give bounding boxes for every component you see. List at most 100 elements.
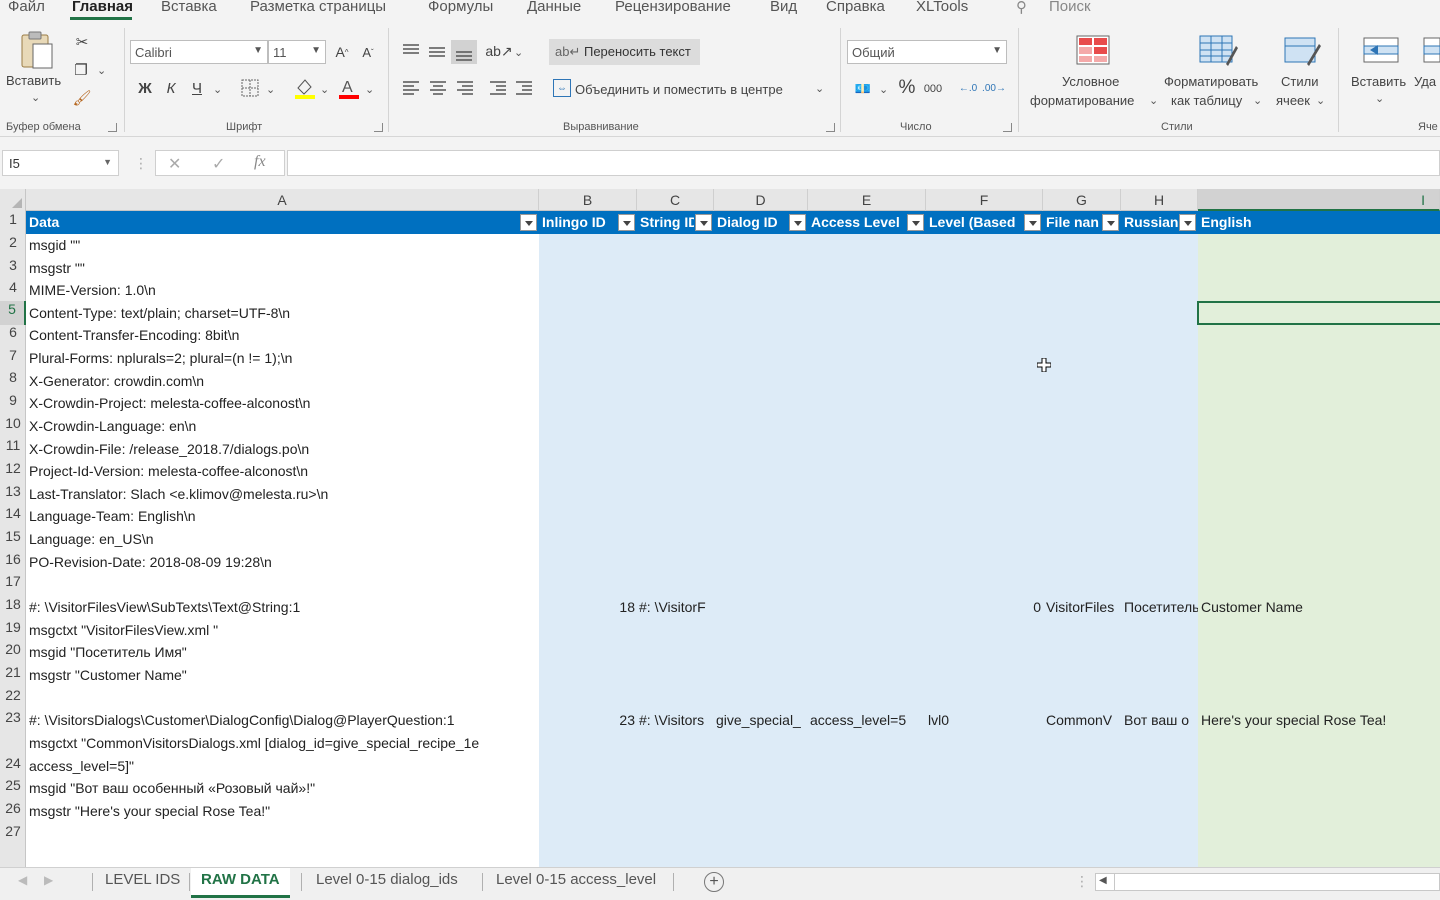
cell-styles-label-2[interactable]: ячеек	[1276, 93, 1310, 108]
row-header[interactable]: 14	[0, 505, 26, 521]
delete-cells-icon[interactable]	[1422, 36, 1440, 64]
cell-a16[interactable]: PO-Revision-Date: 2018-08-09 19:28\n	[29, 551, 537, 573]
cell-d23[interactable]: give_special_	[716, 709, 808, 731]
clipboard-launcher-icon[interactable]	[108, 123, 117, 132]
row-header[interactable]: 23	[0, 709, 26, 725]
row-header[interactable]: 19	[0, 619, 26, 635]
enter-icon[interactable]: ✓	[212, 154, 225, 174]
cell-a14[interactable]: Language-Team: English\n	[29, 505, 537, 527]
cell-a5[interactable]: Content-Type: text/plain; charset=UTF-8\…	[29, 302, 537, 324]
fill-color-icon[interactable]	[294, 76, 316, 100]
row-header[interactable]: 4	[0, 279, 26, 295]
row-header[interactable]: 12	[0, 460, 26, 476]
underline-button[interactable]: Ч	[188, 78, 206, 98]
row-header[interactable]: 15	[0, 528, 26, 544]
formula-input[interactable]	[287, 150, 1440, 176]
row-header[interactable]: 24	[0, 755, 26, 771]
currency-format-icon[interactable]: 💶	[852, 80, 874, 98]
cell-a7[interactable]: Plural-Forms: nplurals=2; plural=(n != 1…	[29, 347, 537, 369]
cell-c23[interactable]: #: \Visitors	[639, 709, 714, 731]
filter-dropdown-icon[interactable]	[1024, 214, 1041, 231]
search-box[interactable]: Поиск	[1049, 0, 1091, 15]
row-header[interactable]: 3	[0, 257, 26, 273]
cell-i23[interactable]: Here's your special Rose Tea!	[1201, 709, 1440, 731]
cell-a23[interactable]: #: \VisitorsDialogs\Customer\DialogConfi…	[29, 709, 537, 731]
font-color-dropdown-icon[interactable]: ⌄	[365, 83, 374, 96]
name-box[interactable]: I5 ▼	[2, 150, 119, 176]
row-header[interactable]: 16	[0, 551, 26, 567]
filter-dropdown-icon[interactable]	[1102, 214, 1119, 231]
paste-dropdown-icon[interactable]: ⌄	[31, 91, 40, 104]
row-header[interactable]: 11	[0, 437, 26, 453]
row-header[interactable]: 17	[0, 573, 26, 589]
row-header[interactable]: 25	[0, 777, 26, 793]
shrink-font-icon[interactable]: Aˇ	[358, 42, 378, 62]
conditional-formatting-label-2[interactable]: форматирование	[1030, 93, 1134, 108]
row-header[interactable]: 8	[0, 369, 26, 385]
filter-dropdown-icon[interactable]	[520, 214, 537, 231]
column-header-c[interactable]: C	[637, 189, 714, 211]
cut-icon[interactable]: ✂	[72, 32, 92, 52]
horizontal-scrollbar[interactable]: ◀	[1095, 873, 1440, 891]
filter-dropdown-icon[interactable]	[789, 214, 806, 231]
column-header-g[interactable]: G	[1043, 189, 1121, 211]
copy-icon[interactable]: ❐	[70, 60, 92, 80]
insert-function-icon[interactable]: fx	[254, 153, 266, 171]
font-launcher-icon[interactable]	[374, 123, 383, 132]
row-header[interactable]: 7	[0, 347, 26, 363]
cell-a15[interactable]: Language: en_US\n	[29, 528, 537, 550]
sheet-tab-raw-data[interactable]: RAW DATA	[191, 868, 290, 898]
row-header[interactable]: 26	[0, 800, 26, 816]
cell-a19[interactable]: msgctxt "VisitorFilesView.xml "	[29, 619, 537, 641]
number-format-combo[interactable]: Общий ▼	[847, 40, 1007, 64]
row-header[interactable]: 27	[0, 823, 26, 839]
cell-a2[interactable]: msgid ""	[29, 234, 537, 256]
paste-label[interactable]: Вставить	[6, 73, 61, 88]
bold-button[interactable]: Ж	[136, 78, 154, 98]
cell-a13[interactable]: Last-Translator: Slach <e.klimov@melesta…	[29, 483, 537, 505]
sheet-tab-level-ids[interactable]: LEVEL IDS	[105, 868, 180, 898]
alignment-launcher-icon[interactable]	[826, 123, 835, 132]
fill-color-dropdown-icon[interactable]: ⌄	[320, 83, 329, 96]
tab-view[interactable]: Вид	[770, 0, 797, 15]
cell-a3[interactable]: msgstr ""	[29, 257, 537, 279]
vertical-align-icons[interactable]	[400, 40, 480, 64]
drag-handle-icon[interactable]: ⋮	[1075, 873, 1089, 890]
tab-help[interactable]: Справка	[826, 0, 885, 15]
search-icon[interactable]: ⚲	[1016, 0, 1027, 16]
cell-a24-line2[interactable]: access_level=5]"	[29, 755, 537, 777]
filter-dropdown-icon[interactable]	[1179, 214, 1196, 231]
select-all-corner[interactable]	[0, 189, 26, 211]
paste-icon[interactable]	[19, 30, 55, 70]
column-header-i[interactable]: I	[1198, 189, 1440, 211]
filter-dropdown-icon[interactable]	[907, 214, 924, 231]
row-header[interactable]: 1	[0, 211, 26, 227]
row-header[interactable]: 13	[0, 483, 26, 499]
conditional-formatting-label-1[interactable]: Условное	[1062, 74, 1119, 89]
scroll-right-icon[interactable]: ▶	[44, 873, 53, 887]
insert-cells-label[interactable]: Вставить	[1351, 74, 1406, 89]
format-painter-icon[interactable]: 🖌	[72, 88, 92, 108]
format-as-table-label-2[interactable]: как таблицу	[1171, 93, 1242, 108]
grow-font-icon[interactable]: A ^	[332, 42, 352, 62]
font-color-icon[interactable]: A	[338, 76, 360, 100]
tab-insert[interactable]: Вставка	[161, 0, 217, 15]
font-name-combo[interactable]: Calibri ▼	[130, 40, 268, 64]
cell-g23[interactable]: CommonV	[1046, 709, 1121, 731]
active-cell-selection[interactable]	[1197, 301, 1440, 325]
sheet-tab-access-level[interactable]: Level 0-15 access_level	[496, 868, 656, 898]
orientation-dropdown-icon[interactable]: ⌄	[514, 46, 523, 59]
borders-dropdown-icon[interactable]: ⌄	[266, 83, 275, 96]
row-header[interactable]: 10	[0, 415, 26, 431]
cell-a9[interactable]: X-Crowdin-Project: melesta-coffee-alcono…	[29, 392, 537, 414]
merge-center-icon[interactable]: ⇔	[553, 79, 571, 97]
row-header[interactable]: 22	[0, 687, 26, 703]
format-as-table-icon[interactable]	[1198, 34, 1238, 66]
scroll-left-arrow-icon[interactable]: ◀	[1099, 875, 1107, 886]
cell-b23[interactable]: 23	[539, 709, 635, 731]
tab-page-layout[interactable]: Разметка страницы	[250, 0, 386, 15]
tab-file[interactable]: Файл	[8, 0, 45, 15]
cell-g18[interactable]: VisitorFiles	[1046, 596, 1121, 618]
cell-a21[interactable]: msgstr "Customer Name"	[29, 664, 537, 686]
column-header-e[interactable]: E	[808, 189, 926, 211]
